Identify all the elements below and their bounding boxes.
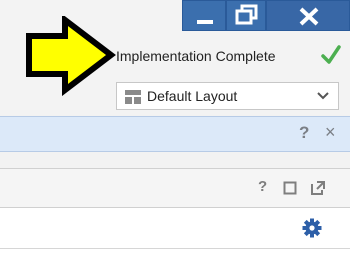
panel-help-button[interactable]: ?: [258, 178, 267, 195]
info-banner: ? ×: [0, 116, 350, 152]
close-button[interactable]: [266, 0, 350, 31]
implementation-status-text: Implementation Complete: [116, 48, 276, 64]
chevron-down-icon: [317, 92, 329, 100]
checkmark-icon: [321, 45, 341, 64]
layout-dropdown-value: Default Layout: [147, 88, 238, 104]
minimize-button[interactable]: [182, 0, 226, 31]
gear-icon[interactable]: [302, 218, 322, 238]
panel-header: ?: [0, 168, 350, 208]
restore-button[interactable]: [226, 0, 266, 31]
spacer: [0, 152, 350, 168]
pointer-arrow: [26, 16, 116, 96]
banner-close-button[interactable]: ×: [325, 122, 336, 143]
close-icon: [299, 7, 319, 26]
layout-grid-icon: [125, 90, 141, 104]
layout-dropdown[interactable]: Default Layout: [116, 82, 339, 110]
panel-restore-icon[interactable]: [283, 181, 297, 195]
panel-float-icon[interactable]: [310, 180, 326, 196]
panel-footer: [0, 248, 350, 265]
minimize-icon: [197, 20, 213, 24]
panel-body: [0, 208, 350, 248]
banner-help-button[interactable]: ?: [299, 123, 309, 143]
restore-icon: [235, 4, 258, 25]
